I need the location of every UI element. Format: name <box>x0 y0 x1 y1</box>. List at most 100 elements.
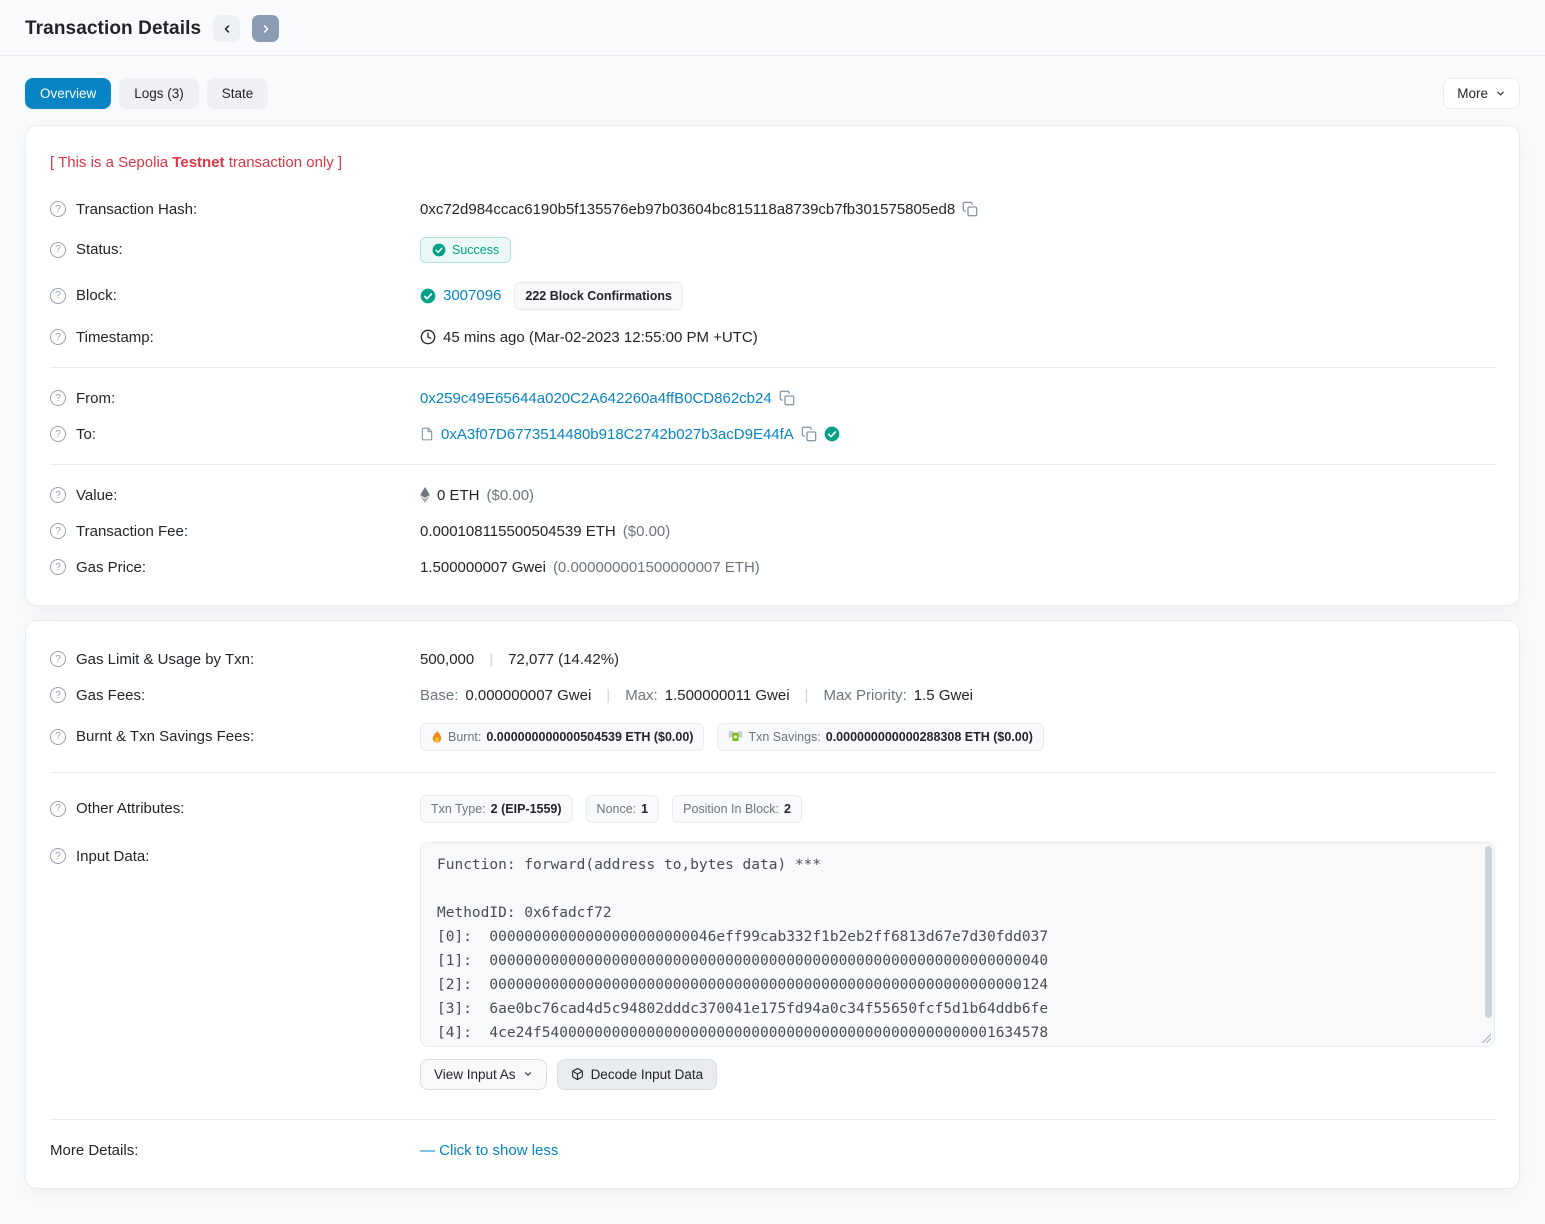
help-icon[interactable] <box>50 242 66 258</box>
divider <box>50 464 1495 465</box>
help-icon[interactable] <box>50 201 66 217</box>
help-icon[interactable] <box>50 687 66 703</box>
position-in-block-value: 2 <box>784 802 791 816</box>
show-less-link[interactable]: — Click to show less <box>420 1142 558 1159</box>
transaction-fee-eth: 0.000108115500504539 ETH <box>420 523 616 540</box>
transaction-fee-usd: ($0.00) <box>623 523 671 540</box>
help-icon[interactable] <box>50 487 66 503</box>
check-circle-icon <box>432 243 446 257</box>
input-data-scrollbar[interactable] <box>1485 846 1492 1043</box>
testnet-notice: [ This is a Sepolia Testnet transaction … <box>50 146 1495 191</box>
row-gas-price: Gas Price: 1.500000007 Gwei (0.000000001… <box>50 549 1495 585</box>
divider <box>50 772 1495 773</box>
separator: | <box>797 687 817 704</box>
copy-icon[interactable] <box>801 426 817 442</box>
tab-group: Overview Logs (3) State <box>25 78 268 109</box>
help-icon[interactable] <box>50 426 66 442</box>
row-burnt-savings-fees: Burnt & Txn Savings Fees: Burnt: 0.00000… <box>50 713 1495 760</box>
row-from: From: 0x259c49E65644a020C2A642260a4ffB0C… <box>50 380 1495 416</box>
txn-type-badge: Txn Type: 2 (EIP-1559) <box>420 795 573 823</box>
row-gas-limit-usage: Gas Limit & Usage by Txn: 500,000 | 72,0… <box>50 641 1495 677</box>
txn-savings-badge-value: 0.000000000000288308 ETH ($0.00) <box>826 730 1033 744</box>
help-icon[interactable] <box>50 848 66 864</box>
gas-usage-value: 72,077 (14.42%) <box>508 651 619 668</box>
ethereum-icon <box>420 487 430 503</box>
more-details-label: More Details: <box>50 1142 138 1159</box>
clock-icon <box>420 329 436 345</box>
status-label: Status: <box>76 241 123 258</box>
status-badge-label: Success <box>452 243 499 257</box>
details-card: Gas Limit & Usage by Txn: 500,000 | 72,0… <box>25 620 1520 1189</box>
separator: | <box>598 687 618 704</box>
page-header: Transaction Details <box>25 0 1520 55</box>
tab-state[interactable]: State <box>207 78 269 109</box>
input-data-actions: View Input As Decode Input Data <box>420 1059 1495 1090</box>
position-in-block-label: Position In Block: <box>683 802 779 816</box>
previous-transaction-button[interactable] <box>213 15 240 42</box>
help-icon[interactable] <box>50 329 66 345</box>
block-number-link[interactable]: 3007096 <box>443 287 501 304</box>
gas-limit-value: 500,000 <box>420 651 474 668</box>
more-button[interactable]: More <box>1443 78 1520 109</box>
check-circle-icon <box>420 288 436 304</box>
row-transaction-hash: Transaction Hash: 0xc72d984ccac6190b5f13… <box>50 191 1495 227</box>
nonce-label: Nonce: <box>597 802 637 816</box>
resize-grip-icon[interactable] <box>1481 1033 1491 1043</box>
to-label: To: <box>76 426 96 443</box>
money-wings-icon <box>728 730 743 743</box>
input-data-label: Input Data: <box>76 848 149 865</box>
copy-icon[interactable] <box>962 201 978 217</box>
tab-logs[interactable]: Logs (3) <box>119 78 199 109</box>
row-timestamp: Timestamp: 45 mins ago (Mar-02-2023 12:5… <box>50 319 1495 355</box>
transaction-hash-value: 0xc72d984ccac6190b5f135576eb97b03604bc81… <box>420 201 955 218</box>
overview-card: [ This is a Sepolia Testnet transaction … <box>25 125 1520 606</box>
max-priority-fee-label: Max Priority: <box>823 687 906 704</box>
to-address-link[interactable]: 0xA3f07D6773514480b918C2742b027b3acD9E44… <box>441 426 794 443</box>
from-label: From: <box>76 390 115 407</box>
help-icon[interactable] <box>50 288 66 304</box>
row-value: Value: 0 ETH ($0.00) <box>50 477 1495 513</box>
transaction-details-page: Transaction Details Overview Logs (3) St… <box>0 0 1545 1224</box>
burnt-badge-label: Burnt: <box>448 730 481 744</box>
burnt-badge-value: 0.000000000000504539 ETH ($0.00) <box>486 730 693 744</box>
gas-price-gwei: 1.500000007 Gwei <box>420 559 546 576</box>
base-fee-label: Base: <box>420 687 458 704</box>
status-badge: Success <box>420 237 511 263</box>
view-input-as-button[interactable]: View Input As <box>420 1059 547 1090</box>
other-attributes-label: Other Attributes: <box>76 800 184 817</box>
row-transaction-fee: Transaction Fee: 0.000108115500504539 ET… <box>50 513 1495 549</box>
chevron-down-icon <box>1495 88 1506 99</box>
help-icon[interactable] <box>50 523 66 539</box>
help-icon[interactable] <box>50 559 66 575</box>
help-icon[interactable] <box>50 729 66 745</box>
block-confirmations-text: 222 Block Confirmations <box>525 289 672 303</box>
from-address-link[interactable]: 0x259c49E65644a020C2A642260a4ffB0CD862cb… <box>420 390 772 407</box>
txn-type-label: Txn Type: <box>431 802 486 816</box>
timestamp-label: Timestamp: <box>76 329 154 346</box>
help-icon[interactable] <box>50 801 66 817</box>
value-usd: ($0.00) <box>487 487 535 504</box>
copy-icon[interactable] <box>779 390 795 406</box>
gas-price-label: Gas Price: <box>76 559 146 576</box>
input-data-text: Function: forward(address to,bytes data)… <box>421 843 1494 1046</box>
max-priority-fee-value: 1.5 Gwei <box>914 687 973 704</box>
next-transaction-button[interactable] <box>252 15 279 42</box>
scrollbar-thumb[interactable] <box>1485 846 1492 1018</box>
chevron-down-icon <box>523 1069 533 1079</box>
decode-input-data-button[interactable]: Decode Input Data <box>557 1059 718 1090</box>
chevron-right-icon <box>260 23 272 35</box>
nonce-badge: Nonce: 1 <box>586 795 660 823</box>
row-block: Block: 3007096 222 Block Confirmations <box>50 272 1495 319</box>
row-input-data: Input Data: Function: forward(address to… <box>50 832 1495 1099</box>
decode-input-data-label: Decode Input Data <box>591 1067 704 1082</box>
help-icon[interactable] <box>50 390 66 406</box>
txn-savings-badge-label: Txn Savings: <box>748 730 820 744</box>
tab-overview[interactable]: Overview <box>25 78 111 109</box>
notice-text-bold: Testnet <box>172 154 224 171</box>
help-icon[interactable] <box>50 651 66 667</box>
input-data-box[interactable]: Function: forward(address to,bytes data)… <box>420 842 1495 1047</box>
notice-text-post: transaction only ] <box>225 154 343 171</box>
row-gas-fees: Gas Fees: Base: 0.000000007 Gwei | Max: … <box>50 677 1495 713</box>
value-eth: 0 ETH <box>437 487 480 504</box>
gas-fees-label: Gas Fees: <box>76 687 145 704</box>
